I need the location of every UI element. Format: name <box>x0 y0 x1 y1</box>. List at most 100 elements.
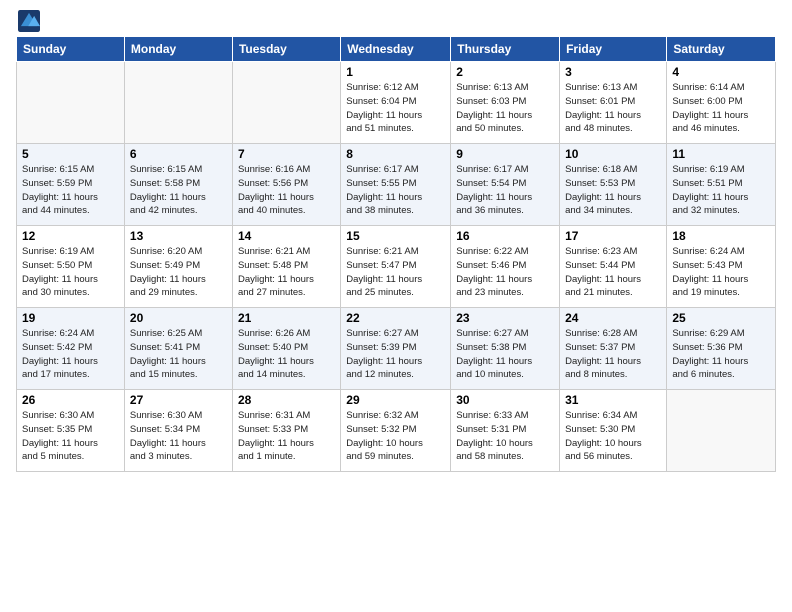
day-number: 25 <box>672 311 770 325</box>
day-number: 26 <box>22 393 119 407</box>
day-cell: 16 Sunrise: 6:22 AMSunset: 5:46 PMDayligh… <box>451 226 560 308</box>
day-info: Sunrise: 6:26 AMSunset: 5:40 PMDaylight:… <box>238 327 335 382</box>
day-info: Sunrise: 6:19 AMSunset: 5:51 PMDaylight:… <box>672 163 770 218</box>
week-row-1: 1 Sunrise: 6:12 AMSunset: 6:04 PMDaylight… <box>17 62 776 144</box>
weekday-header-row: SundayMondayTuesdayWednesdayThursdayFrid… <box>17 37 776 62</box>
day-info: Sunrise: 6:12 AMSunset: 6:04 PMDaylight:… <box>346 81 445 136</box>
logo <box>16 10 40 32</box>
weekday-header-friday: Friday <box>560 37 667 62</box>
day-info: Sunrise: 6:15 AMSunset: 5:59 PMDaylight:… <box>22 163 119 218</box>
day-cell: 21 Sunrise: 6:26 AMSunset: 5:40 PMDayligh… <box>232 308 340 390</box>
day-cell: 9 Sunrise: 6:17 AMSunset: 5:54 PMDaylight… <box>451 144 560 226</box>
day-cell: 26 Sunrise: 6:30 AMSunset: 5:35 PMDayligh… <box>17 390 125 472</box>
day-info: Sunrise: 6:24 AMSunset: 5:43 PMDaylight:… <box>672 245 770 300</box>
day-info: Sunrise: 6:27 AMSunset: 5:39 PMDaylight:… <box>346 327 445 382</box>
calendar-table: SundayMondayTuesdayWednesdayThursdayFrid… <box>16 36 776 472</box>
day-info: Sunrise: 6:15 AMSunset: 5:58 PMDaylight:… <box>130 163 227 218</box>
day-info: Sunrise: 6:16 AMSunset: 5:56 PMDaylight:… <box>238 163 335 218</box>
day-cell: 22 Sunrise: 6:27 AMSunset: 5:39 PMDayligh… <box>341 308 451 390</box>
day-number: 8 <box>346 147 445 161</box>
day-number: 1 <box>346 65 445 79</box>
day-number: 2 <box>456 65 554 79</box>
logo-icon <box>18 10 40 32</box>
day-number: 22 <box>346 311 445 325</box>
day-cell: 19Sunrise: 6:24 AMSunset: 5:42 PMDayligh… <box>17 308 125 390</box>
day-number: 28 <box>238 393 335 407</box>
day-info: Sunrise: 6:31 AMSunset: 5:33 PMDaylight:… <box>238 409 335 464</box>
day-info: Sunrise: 6:30 AMSunset: 5:34 PMDaylight:… <box>130 409 227 464</box>
week-row-2: 5 Sunrise: 6:15 AMSunset: 5:59 PMDaylight… <box>17 144 776 226</box>
calendar-container: SundayMondayTuesdayWednesdayThursdayFrid… <box>0 0 792 482</box>
day-info: Sunrise: 6:14 AMSunset: 6:00 PMDaylight:… <box>672 81 770 136</box>
day-cell: 13 Sunrise: 6:20 AMSunset: 5:49 PMDayligh… <box>124 226 232 308</box>
day-info: Sunrise: 6:29 AMSunset: 5:36 PMDaylight:… <box>672 327 770 382</box>
day-cell: 14Sunrise: 6:21 AMSunset: 5:48 PMDayligh… <box>232 226 340 308</box>
day-cell: 11 Sunrise: 6:19 AMSunset: 5:51 PMDayligh… <box>667 144 776 226</box>
day-cell <box>17 62 125 144</box>
day-info: Sunrise: 6:34 AMSunset: 5:30 PMDaylight:… <box>565 409 661 464</box>
day-number: 21 <box>238 311 335 325</box>
day-info: Sunrise: 6:13 AMSunset: 6:01 PMDaylight:… <box>565 81 661 136</box>
day-cell: 17 Sunrise: 6:23 AMSunset: 5:44 PMDayligh… <box>560 226 667 308</box>
week-row-3: 12Sunrise: 6:19 AMSunset: 5:50 PMDayligh… <box>17 226 776 308</box>
day-info: Sunrise: 6:21 AMSunset: 5:47 PMDaylight:… <box>346 245 445 300</box>
day-info: Sunrise: 6:25 AMSunset: 5:41 PMDaylight:… <box>130 327 227 382</box>
day-cell <box>124 62 232 144</box>
day-cell: 20 Sunrise: 6:25 AMSunset: 5:41 PMDayligh… <box>124 308 232 390</box>
day-info: Sunrise: 6:13 AMSunset: 6:03 PMDaylight:… <box>456 81 554 136</box>
day-info: Sunrise: 6:20 AMSunset: 5:49 PMDaylight:… <box>130 245 227 300</box>
day-number: 29 <box>346 393 445 407</box>
day-info: Sunrise: 6:33 AMSunset: 5:31 PMDaylight:… <box>456 409 554 464</box>
day-cell: 10 Sunrise: 6:18 AMSunset: 5:53 PMDayligh… <box>560 144 667 226</box>
day-cell <box>232 62 340 144</box>
day-cell: 27 Sunrise: 6:30 AMSunset: 5:34 PMDayligh… <box>124 390 232 472</box>
day-cell: 24 Sunrise: 6:28 AMSunset: 5:37 PMDayligh… <box>560 308 667 390</box>
day-info: Sunrise: 6:23 AMSunset: 5:44 PMDaylight:… <box>565 245 661 300</box>
day-cell: 6Sunrise: 6:15 AMSunset: 5:58 PMDaylight… <box>124 144 232 226</box>
day-cell: 30Sunrise: 6:33 AMSunset: 5:31 PMDayligh… <box>451 390 560 472</box>
day-cell: 7 Sunrise: 6:16 AMSunset: 5:56 PMDaylight… <box>232 144 340 226</box>
day-number: 19 <box>22 311 119 325</box>
day-info: Sunrise: 6:27 AMSunset: 5:38 PMDaylight:… <box>456 327 554 382</box>
day-cell: 2 Sunrise: 6:13 AMSunset: 6:03 PMDaylight… <box>451 62 560 144</box>
weekday-header-monday: Monday <box>124 37 232 62</box>
day-number: 18 <box>672 229 770 243</box>
weekday-header-wednesday: Wednesday <box>341 37 451 62</box>
week-row-5: 26 Sunrise: 6:30 AMSunset: 5:35 PMDayligh… <box>17 390 776 472</box>
day-number: 12 <box>22 229 119 243</box>
day-number: 27 <box>130 393 227 407</box>
day-cell: 18 Sunrise: 6:24 AMSunset: 5:43 PMDayligh… <box>667 226 776 308</box>
day-cell: 29Sunrise: 6:32 AMSunset: 5:32 PMDayligh… <box>341 390 451 472</box>
day-number: 24 <box>565 311 661 325</box>
day-info: Sunrise: 6:18 AMSunset: 5:53 PMDaylight:… <box>565 163 661 218</box>
day-number: 14 <box>238 229 335 243</box>
day-cell: 23 Sunrise: 6:27 AMSunset: 5:38 PMDayligh… <box>451 308 560 390</box>
weekday-header-sunday: Sunday <box>17 37 125 62</box>
day-number: 7 <box>238 147 335 161</box>
day-cell: 15 Sunrise: 6:21 AMSunset: 5:47 PMDayligh… <box>341 226 451 308</box>
day-number: 4 <box>672 65 770 79</box>
day-cell: 31Sunrise: 6:34 AMSunset: 5:30 PMDayligh… <box>560 390 667 472</box>
day-info: Sunrise: 6:30 AMSunset: 5:35 PMDaylight:… <box>22 409 119 464</box>
day-cell: 4 Sunrise: 6:14 AMSunset: 6:00 PMDaylight… <box>667 62 776 144</box>
day-number: 3 <box>565 65 661 79</box>
day-number: 20 <box>130 311 227 325</box>
day-number: 13 <box>130 229 227 243</box>
weekday-header-tuesday: Tuesday <box>232 37 340 62</box>
day-cell: 25 Sunrise: 6:29 AMSunset: 5:36 PMDayligh… <box>667 308 776 390</box>
day-number: 5 <box>22 147 119 161</box>
day-cell: 28 Sunrise: 6:31 AMSunset: 5:33 PMDayligh… <box>232 390 340 472</box>
day-number: 17 <box>565 229 661 243</box>
day-number: 11 <box>672 147 770 161</box>
header <box>16 10 776 32</box>
day-number: 16 <box>456 229 554 243</box>
day-info: Sunrise: 6:22 AMSunset: 5:46 PMDaylight:… <box>456 245 554 300</box>
day-number: 9 <box>456 147 554 161</box>
day-cell: 12Sunrise: 6:19 AMSunset: 5:50 PMDayligh… <box>17 226 125 308</box>
day-number: 10 <box>565 147 661 161</box>
day-info: Sunrise: 6:28 AMSunset: 5:37 PMDaylight:… <box>565 327 661 382</box>
day-number: 15 <box>346 229 445 243</box>
weekday-header-saturday: Saturday <box>667 37 776 62</box>
day-info: Sunrise: 6:17 AMSunset: 5:54 PMDaylight:… <box>456 163 554 218</box>
day-number: 23 <box>456 311 554 325</box>
